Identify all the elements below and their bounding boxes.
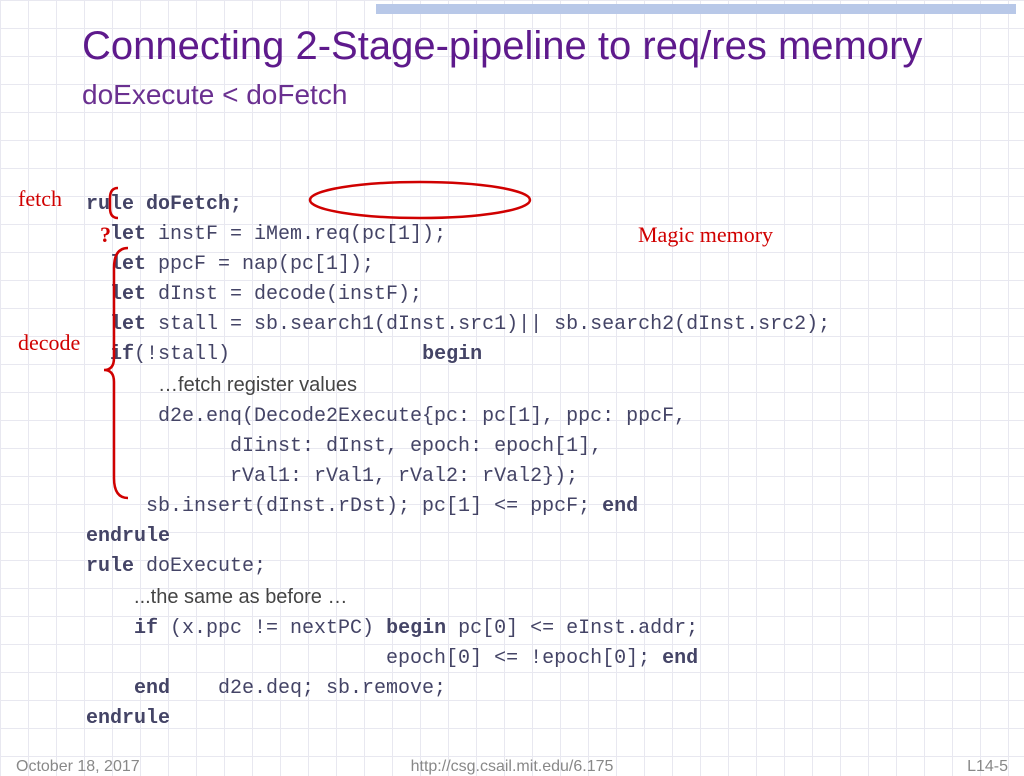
kw-rule: rule doFetch;: [86, 193, 242, 216]
kw-let: let: [86, 283, 146, 306]
anno-decode: decode: [18, 330, 80, 356]
slide-title: Connecting 2-Stage-pipeline to req/res m…: [82, 24, 1024, 114]
footer-page: L14-5: [967, 758, 1008, 776]
code-comment: ...the same as before …: [134, 586, 347, 608]
kw-end: end: [662, 647, 698, 670]
kw-let: let: [86, 223, 146, 246]
kw-if: if: [86, 617, 158, 640]
kw-end: end: [86, 677, 170, 700]
kw-begin: begin: [422, 343, 482, 366]
code-block: rule doFetch; let instF = iMem.req(pc[1]…: [86, 160, 830, 734]
title-sub: doExecute < doFetch: [82, 79, 347, 110]
kw-let: let: [86, 313, 146, 336]
kw-end: end: [602, 495, 638, 518]
footer-url: http://csg.csail.mit.edu/6.175: [0, 758, 1024, 776]
kw-if: if: [86, 343, 134, 366]
kw-endrule: endrule: [86, 707, 170, 730]
top-accent-bar: [376, 4, 1016, 14]
kw-let: let: [86, 253, 146, 276]
kw-rule: rule: [86, 555, 134, 578]
kw-endrule: endrule: [86, 525, 170, 548]
title-main: Connecting 2-Stage-pipeline to req/res m…: [82, 24, 922, 68]
code-comment: …fetch register values: [158, 374, 357, 396]
kw-begin: begin: [386, 617, 446, 640]
anno-fetch: fetch: [18, 186, 62, 212]
